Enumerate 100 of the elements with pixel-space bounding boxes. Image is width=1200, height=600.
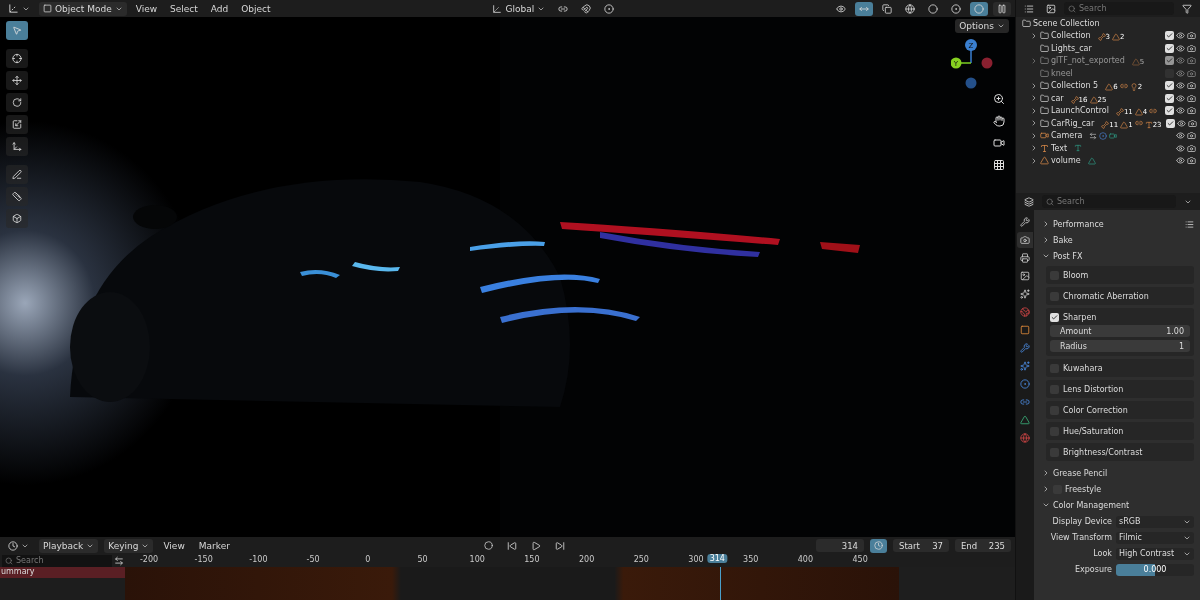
tree-item[interactable]: Scene Collection [1033,18,1100,28]
checkbox[interactable] [1165,56,1174,66]
cube-icon[interactable] [6,209,28,228]
checkbox[interactable] [1050,312,1059,322]
camera-icon[interactable] [1187,43,1196,53]
start-field[interactable]: Start 37 [893,539,949,552]
cursor-icon[interactable] [6,49,28,68]
particles-icon[interactable] [1017,358,1033,374]
camera-icon[interactable] [1187,118,1197,128]
search-field[interactable]: Search [1042,195,1176,208]
tree-item-label[interactable]: car [1051,93,1064,103]
tree-item-label[interactable]: volume [1051,156,1081,166]
menu-item[interactable]: Keying [104,538,154,553]
checkbox[interactable] [1165,93,1174,103]
tree-item-label[interactable]: Lights_car [1051,43,1092,53]
expand-icon[interactable] [1030,81,1038,90]
ruler-icon[interactable] [6,187,28,206]
swap-icon[interactable] [114,555,124,566]
wrench-icon[interactable] [1017,340,1033,356]
eye-icon[interactable] [1176,131,1185,141]
panel-header[interactable]: Color Management [1040,497,1196,513]
expand-icon[interactable] [1030,56,1038,65]
checkbox[interactable] [1165,106,1174,116]
tool-icon[interactable] [1017,214,1033,230]
rotate-icon[interactable] [6,93,28,112]
select-box-icon[interactable] [6,21,28,40]
slider[interactable]: 0.000 [1116,563,1194,576]
transform-dropdown[interactable]: Global [488,1,550,16]
expand-icon[interactable] [1030,106,1038,115]
checkbox[interactable] [1165,43,1174,53]
tree-item-label[interactable]: CarRig_car [1051,118,1095,128]
eye-icon[interactable] [1176,31,1185,41]
menu-item[interactable]: Select [166,1,202,16]
mode-dropdown[interactable]: Object Mode [39,1,127,16]
panel-header[interactable]: Bake [1040,232,1196,248]
frame-field[interactable]: 314 [816,539,864,552]
menu-item[interactable]: Marker [194,538,234,553]
checkbox[interactable] [1165,81,1174,91]
expand-icon[interactable] [1030,94,1038,103]
scale-icon[interactable] [6,115,28,134]
end-field[interactable]: End 235 [955,539,1011,552]
options-dropdown[interactable]: Options [955,19,1009,33]
eye-icon[interactable] [1176,156,1185,166]
stopwatch-icon[interactable] [870,538,887,553]
grid-icon[interactable] [991,157,1007,173]
panel-header[interactable]: Performance [1040,216,1196,232]
tree-item-label[interactable]: Text [1051,143,1068,153]
move-icon[interactable] [6,71,28,90]
tree-item-label[interactable]: Collection 5 [1051,81,1099,91]
camera-icon[interactable] [1187,106,1196,116]
eye-icon[interactable] [1176,106,1185,116]
camera-icon[interactable] [1187,131,1196,141]
tree-item-label[interactable]: LaunchControl [1051,106,1109,116]
expand-icon[interactable] [1030,119,1038,128]
dropdown[interactable]: sRGB [1116,515,1194,528]
eye-icon[interactable] [1176,118,1186,128]
eye-icon[interactable] [1176,43,1185,53]
camera-icon[interactable] [1187,81,1196,91]
panel-header[interactable]: Post FX [1040,248,1196,264]
dropdown[interactable]: High Contrast [1116,547,1194,560]
menu-item[interactable]: Object [237,1,275,16]
camera-icon[interactable] [1187,93,1196,103]
dropdown[interactable]: Filmic [1116,531,1194,544]
tree-item-label[interactable]: glTF_not_exported [1051,56,1125,66]
menu-item[interactable]: View [131,1,162,16]
eye-icon[interactable] [1176,81,1185,91]
camera-icon[interactable] [1187,143,1196,153]
zoom-icon[interactable] [991,91,1007,107]
camera-icon[interactable] [1187,68,1196,78]
number-field[interactable]: Amount 1.00 [1050,325,1190,337]
tree-item-label[interactable]: Camera [1051,131,1083,141]
playhead-label[interactable]: 314 [707,554,727,563]
globe-icon[interactable] [1017,304,1033,320]
menu-item[interactable]: Add [206,1,233,16]
expand-icon[interactable] [1030,131,1038,140]
menu-item[interactable]: Playback [39,538,99,553]
pen-icon[interactable] [6,165,28,184]
menu-item[interactable]: View [159,538,189,553]
panel-header[interactable]: Grease Pencil [1040,465,1196,481]
hand-icon[interactable] [991,113,1007,129]
camera-icon[interactable] [1187,156,1196,166]
printer-icon[interactable] [1017,250,1033,266]
number-field[interactable]: Radius 1 [1050,340,1190,352]
panel-header[interactable]: Freestyle [1040,481,1196,497]
checkbox[interactable] [1165,118,1175,128]
camera-icon[interactable] [1187,56,1196,66]
camera-icon[interactable] [1017,232,1033,248]
checkbox[interactable] [1165,31,1174,41]
camera-icon[interactable] [1187,31,1196,41]
tree-item-label[interactable]: Collection [1051,31,1091,41]
transform-icon[interactable] [6,137,28,156]
pause-icon[interactable] [993,1,1011,16]
search-field[interactable]: Search [1064,2,1174,15]
tree-item-label[interactable]: kneel [1051,68,1073,78]
expand-icon[interactable] [1030,156,1038,165]
search-field[interactable]: Search [2,554,112,567]
expand-icon[interactable] [1030,144,1038,153]
expand-icon[interactable] [1030,31,1038,40]
eye-icon[interactable] [1176,93,1185,103]
eye-icon[interactable] [1176,143,1185,153]
